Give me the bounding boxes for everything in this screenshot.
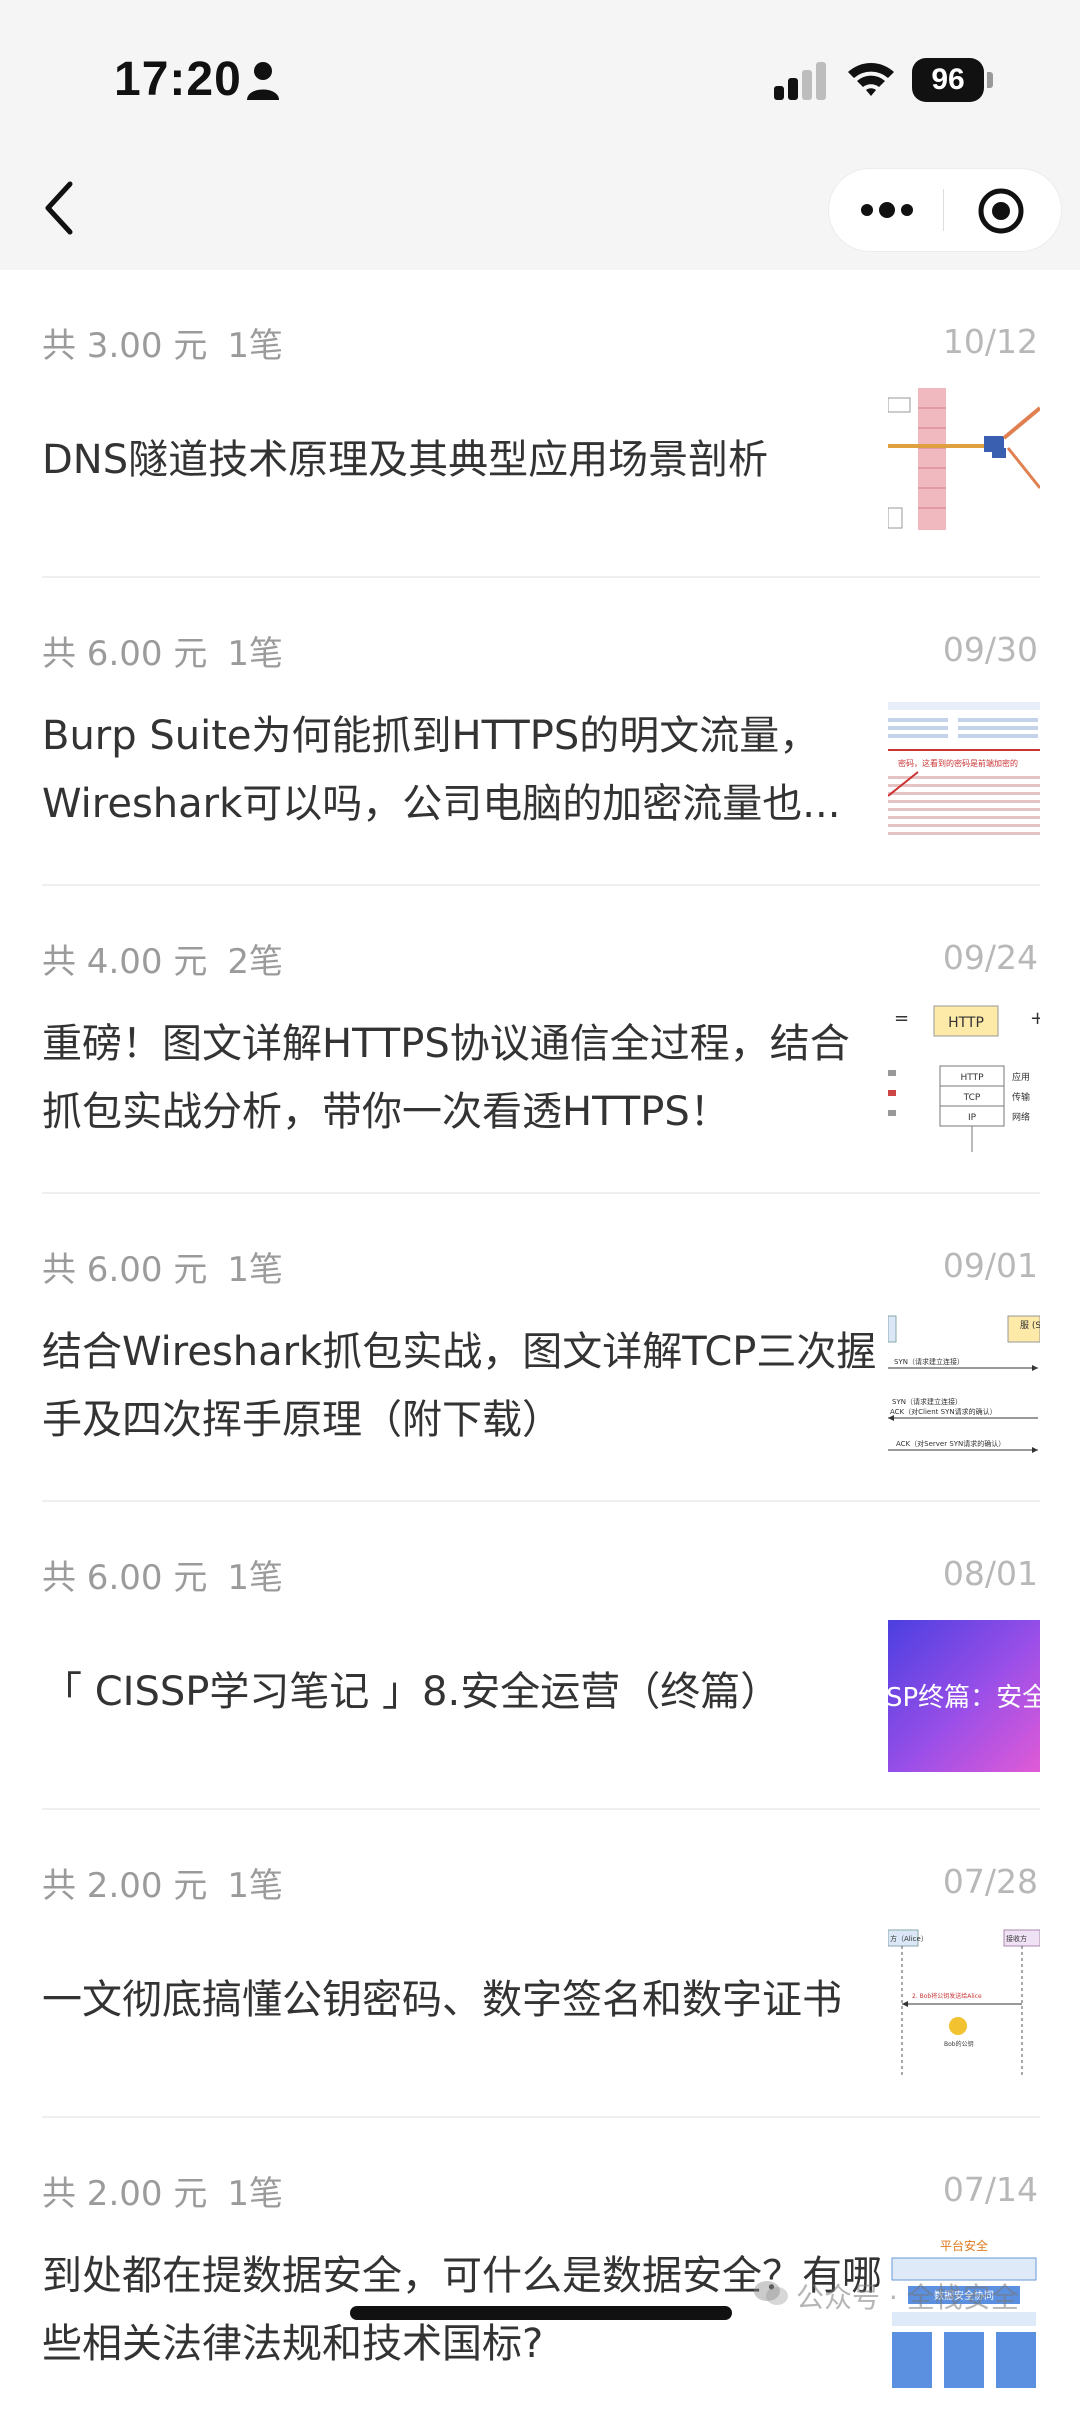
item-thumbnail[interactable]: 密码，这看到的密码是前端加密的 xyxy=(888,696,1040,848)
thumb-step: 2. Bob将公钥发送给Alice xyxy=(912,1992,982,2000)
thumb-layer-transport: 传输 xyxy=(1012,1091,1030,1103)
cissp-cover-image: SP终篇：安全 xyxy=(888,1620,1040,1772)
list-item[interactable]: 共 2.00 元 1笔 07/14 到处都在提数据安全，可什么是数据安全？有哪些相… xyxy=(0,2118,1080,2426)
item-title[interactable]: Burp Suite为何能抓到HTTPS的明文流量，Wireshark可以吗，公… xyxy=(42,702,882,838)
item-amount: 共 6.00 元 xyxy=(42,1250,208,1290)
item-thumbnail[interactable]: SP终篇：安全 xyxy=(888,1620,1040,1772)
item-count: 1笔 xyxy=(227,1250,283,1290)
thumb-layer-app: 应用 xyxy=(1012,1071,1030,1083)
list-item[interactable]: 共 2.00 元 1笔 07/28 一文彻底搞懂公钥密码、数字签名和数字证书 方（… xyxy=(0,1810,1080,2118)
thumb-server-box: 服 (Se xyxy=(1020,1320,1040,1331)
person-icon xyxy=(247,62,279,100)
thumb-http-layer: HTTP xyxy=(960,1073,984,1083)
item-count: 1笔 xyxy=(227,634,283,674)
thumb-tcp-layer: TCP xyxy=(963,1093,981,1103)
home-indicator[interactable] xyxy=(350,2306,732,2320)
item-amount: 共 2.00 元 xyxy=(42,2174,208,2214)
thumb-platform: 平台安全 xyxy=(940,2238,988,2253)
item-count: 1笔 xyxy=(227,2174,283,2214)
item-meta: 共 2.00 元 1笔 xyxy=(42,1858,283,1907)
watermark-text: 公众号 · 全栈安全 xyxy=(796,2281,1019,2314)
chevron-left-icon[interactable] xyxy=(40,178,80,238)
item-count: 2笔 xyxy=(227,942,283,982)
thumb-layer-network: 网络 xyxy=(1012,1111,1030,1123)
item-title[interactable]: 结合Wireshark抓包实战，图文详解TCP三次握手及四次挥手原理（附下载） xyxy=(42,1318,882,1454)
item-meta: 共 2.00 元 1笔 xyxy=(42,2166,283,2215)
list-item[interactable]: 共 3.00 元 1笔 10/12 DNS隧道技术原理及其典型应用场景剖析 xyxy=(0,270,1080,578)
list-item[interactable]: 共 4.00 元 2笔 09/24 重磅！图文详解HTTPS协议通信全过程，结合抓… xyxy=(0,886,1080,1194)
thumb-sender: 方（Alice） xyxy=(890,1934,928,1943)
item-thumbnail[interactable] xyxy=(888,388,1040,540)
battery-level: 96 xyxy=(912,58,984,102)
item-title[interactable]: 「 CISSP学习笔记 」8.安全运营（终篇） xyxy=(42,1658,882,1726)
item-thumbnail[interactable]: 服 (Se SYN（请求建立连接） SYN（请求建立连接） ACK（对Clien… xyxy=(888,1312,1040,1464)
item-meta: 共 6.00 元 1笔 xyxy=(42,1242,283,1291)
item-title[interactable]: 一文彻底搞懂公钥密码、数字签名和数字证书 xyxy=(42,1966,882,2034)
https-traffic-screenshot-image: 密码，这看到的密码是前端加密的 xyxy=(888,696,1040,848)
item-amount: 共 4.00 元 xyxy=(42,942,208,982)
thumb-syn: SYN（请求建立连接） xyxy=(894,1357,964,1366)
signal-icon xyxy=(774,62,826,100)
capsule-divider xyxy=(943,189,944,231)
protocol-stack-image: = HTTP + HTTP TCP IP 应用 传输 网络 xyxy=(888,1004,1040,1156)
list-item[interactable]: 共 6.00 元 1笔 08/01 「 CISSP学习笔记 」8.安全运营（终篇）… xyxy=(0,1502,1080,1810)
thumb-caption: 密码，这看到的密码是前端加密的 xyxy=(898,758,1018,768)
status-time: 17:20 xyxy=(114,53,242,106)
item-date: 09/30 xyxy=(942,630,1038,669)
thumb-syn-ack: SYN（请求建立连接） xyxy=(892,1397,962,1406)
item-date: 07/28 xyxy=(942,1862,1038,1901)
item-thumbnail[interactable]: 方（Alice） 接收方 2. Bob将公钥发送给Alice Bob的公钥 xyxy=(888,1928,1040,2080)
tcp-handshake-image: 服 (Se SYN（请求建立连接） SYN（请求建立连接） ACK（对Clien… xyxy=(888,1312,1040,1464)
list-item[interactable]: 共 6.00 元 1笔 09/01 结合Wireshark抓包实战，图文详解TCP… xyxy=(0,1194,1080,1502)
watermark: 公众号 · 全栈安全 xyxy=(752,2276,1019,2316)
item-date: 09/24 xyxy=(942,938,1038,977)
item-thumbnail[interactable]: = HTTP + HTTP TCP IP 应用 传输 网络 xyxy=(888,1004,1040,1156)
item-meta: 共 3.00 元 1笔 xyxy=(42,318,283,367)
item-date: 10/12 xyxy=(942,322,1038,361)
public-key-diagram-image: 方（Alice） 接收方 2. Bob将公钥发送给Alice Bob的公钥 xyxy=(888,1928,1040,2080)
item-date: 07/14 xyxy=(942,2170,1038,2209)
target-icon[interactable] xyxy=(977,187,1025,235)
item-amount: 共 3.00 元 xyxy=(42,326,208,366)
thumb-plus: + xyxy=(1030,1008,1040,1029)
thumb-http: HTTP xyxy=(948,1015,984,1031)
item-meta: 共 4.00 元 2笔 xyxy=(42,934,283,983)
thumb-key: Bob的公钥 xyxy=(944,2040,974,2048)
wifi-icon xyxy=(848,63,894,96)
dns-diagram-image xyxy=(888,388,1040,540)
thumb-eq: = xyxy=(894,1008,909,1029)
item-count: 1笔 xyxy=(227,326,283,366)
thumb-ip-layer: IP xyxy=(968,1113,977,1123)
thumb-receiver: 接收方 xyxy=(1006,1934,1027,1943)
item-amount: 共 6.00 元 xyxy=(42,1558,208,1598)
item-title[interactable]: 重磅！图文详解HTTPS协议通信全过程，结合抓包实战分析，带你一次看透HTTPS… xyxy=(42,1010,882,1146)
wechat-icon xyxy=(754,2281,788,2305)
item-title[interactable]: DNS隧道技术原理及其典型应用场景剖析 xyxy=(42,426,882,494)
top-bar: 17:20 96 xyxy=(0,0,1080,270)
item-count: 1笔 xyxy=(227,1866,283,1906)
list-item[interactable]: 共 6.00 元 1笔 09/30 Burp Suite为何能抓到HTTPS的明文… xyxy=(0,578,1080,886)
battery-nub xyxy=(987,72,993,88)
item-count: 1笔 xyxy=(227,1558,283,1598)
thumb-cover-text: SP终篇：安全 xyxy=(888,1683,1040,1713)
item-date: 09/01 xyxy=(942,1246,1038,1285)
item-date: 08/01 xyxy=(942,1554,1038,1593)
item-meta: 共 6.00 元 1笔 xyxy=(42,1550,283,1599)
item-meta: 共 6.00 元 1笔 xyxy=(42,626,283,675)
mini-program-capsule xyxy=(828,168,1062,252)
more-dots-icon[interactable] xyxy=(857,191,917,229)
thumb-ack2: ACK（对Server SYN请求的确认） xyxy=(896,1439,1005,1448)
item-amount: 共 2.00 元 xyxy=(42,1866,208,1906)
item-amount: 共 6.00 元 xyxy=(42,634,208,674)
thumb-ack: ACK（对Client SYN请求的确认） xyxy=(890,1407,997,1416)
